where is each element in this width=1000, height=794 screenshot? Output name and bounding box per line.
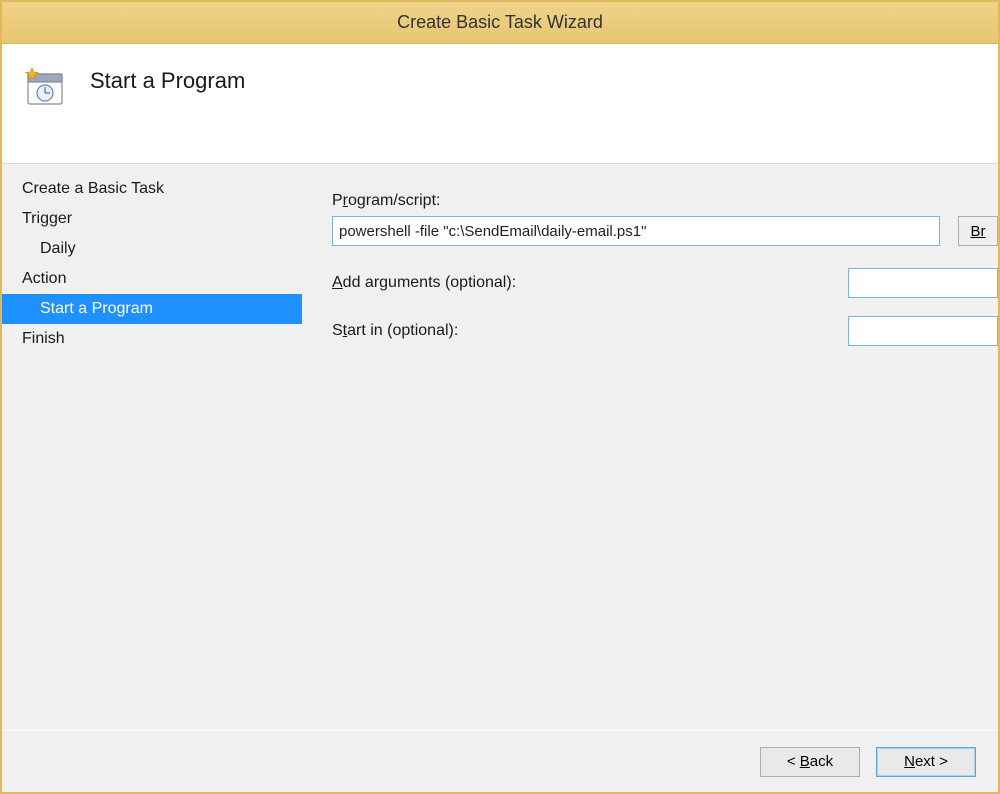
back-button[interactable]: < Back (760, 747, 860, 777)
step-start-a-program[interactable]: Start a Program (2, 294, 302, 324)
titlebar[interactable]: Create Basic Task Wizard (2, 2, 998, 44)
step-trigger[interactable]: Trigger (2, 204, 302, 234)
wizard-body: Create a Basic Task Trigger Daily Action… (2, 164, 998, 730)
step-action[interactable]: Action (2, 264, 302, 294)
add-arguments-label: Add arguments (optional): (332, 274, 562, 292)
page-title: Start a Program (90, 62, 245, 94)
step-create-basic-task[interactable]: Create a Basic Task (2, 174, 302, 204)
wizard-steps-sidebar: Create a Basic Task Trigger Daily Action… (2, 164, 302, 730)
wizard-footer: < Back Next > (2, 730, 998, 792)
start-in-label: Start in (optional): (332, 322, 562, 340)
start-in-input[interactable] (848, 316, 998, 346)
program-script-input[interactable] (332, 216, 940, 246)
add-arguments-input[interactable] (848, 268, 998, 298)
task-scheduler-icon (22, 64, 68, 110)
wizard-header: Start a Program (2, 44, 998, 164)
next-button[interactable]: Next > (876, 747, 976, 777)
window-title: Create Basic Task Wizard (397, 12, 603, 33)
wizard-content: Program/script: Br Add arguments (option… (302, 164, 998, 730)
step-daily[interactable]: Daily (2, 234, 302, 264)
browse-button[interactable]: Br (958, 216, 998, 246)
step-finish[interactable]: Finish (2, 324, 302, 354)
program-script-label: Program/script: (332, 192, 562, 210)
wizard-window: Create Basic Task Wizard Start a Program… (0, 0, 1000, 794)
